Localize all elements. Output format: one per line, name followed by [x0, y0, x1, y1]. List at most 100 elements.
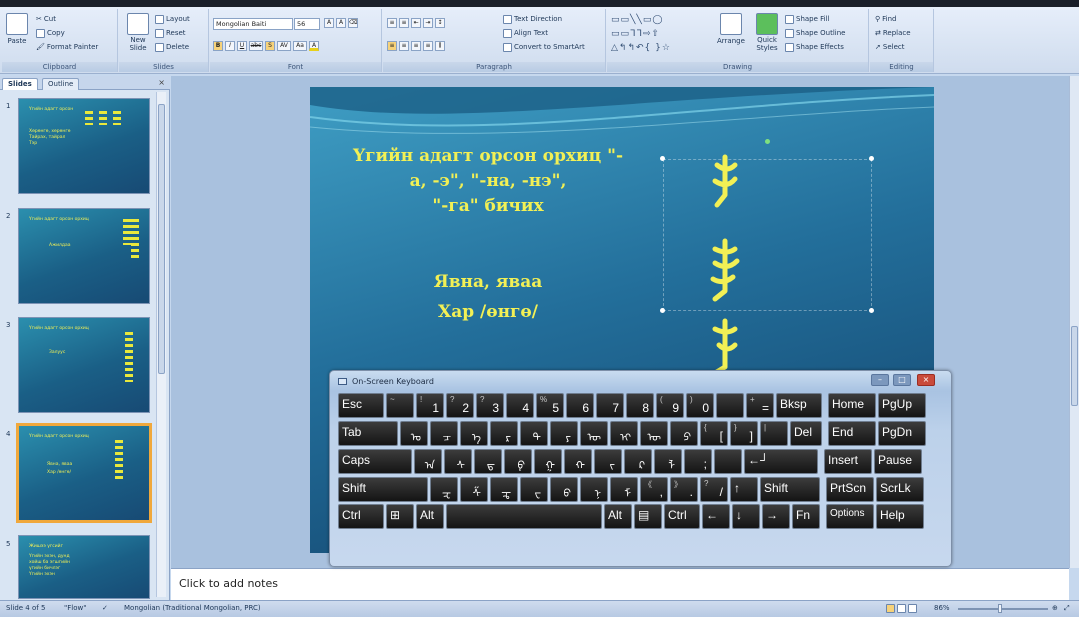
reset-button[interactable]: Reset	[155, 28, 186, 38]
increase-indent-icon[interactable]: ⇥	[423, 18, 433, 28]
key-shift[interactable]: Shift	[760, 477, 820, 502]
key-mongolian-letter[interactable]: ᠬ	[564, 449, 592, 474]
bullets-icon[interactable]: ≡	[387, 18, 397, 28]
slide-scroll-thumb[interactable]	[1071, 326, 1078, 406]
format-painter-button[interactable]: 🖌 Format Painter	[36, 42, 98, 52]
key-end[interactable]: End	[828, 421, 876, 446]
clear-format-icon[interactable]: ⌫	[348, 18, 358, 28]
key-mongolian-letter[interactable]: ᠢ	[610, 421, 638, 446]
key-char-3[interactable]: ? 3	[476, 393, 504, 418]
align-right-icon[interactable]: ≡	[411, 41, 421, 51]
tab-outline[interactable]: Outline	[42, 78, 80, 90]
key-insert[interactable]: Insert	[824, 449, 872, 474]
zoom-level[interactable]: 86%	[934, 604, 950, 612]
key-char-9[interactable]: (9	[656, 393, 684, 418]
key-blank[interactable]: |	[760, 421, 788, 446]
shapes-gallery[interactable]: ▭▭╲╲▭◯ ▭▭ᒣᒣ⇨⇧ △↰↰↶{ }☆	[611, 13, 711, 57]
key-char-sym[interactable]: {[	[700, 421, 728, 446]
key-blank[interactable]	[716, 393, 744, 418]
thumbnails-scrollbar[interactable]	[156, 92, 166, 597]
resize-handle[interactable]	[660, 156, 665, 161]
new-slide-button[interactable]: New Slide	[123, 13, 153, 52]
cut-button[interactable]: ✂ Cut	[36, 14, 56, 24]
slide-thumbnail-4[interactable]: Үгийн адагт орсон орхиц Явна, яваа Хар /…	[16, 423, 152, 523]
zoom-slider[interactable]	[958, 608, 1048, 610]
key-mongolian-letter[interactable]: ᠫ	[670, 421, 698, 446]
maximize-button[interactable]: □	[893, 374, 911, 386]
key-mongolian-letter[interactable]: ᠠ	[414, 449, 442, 474]
key-symbol[interactable]: ←┘	[744, 449, 818, 474]
key-prtscn[interactable]: PrtScn	[826, 477, 874, 502]
resize-handle[interactable]	[660, 308, 665, 313]
key-mongolian-letter[interactable]: ᠵ	[594, 449, 622, 474]
slide-thumbnail-2[interactable]: Үгийн адагт орсон орхиц Ажилдаа	[18, 208, 150, 304]
key-mongolian-letter[interactable]: ᠼ	[490, 477, 518, 502]
key-shift[interactable]: Shift	[338, 477, 428, 502]
key-bksp[interactable]: Bksp	[776, 393, 822, 418]
shadow-button[interactable]: S	[265, 41, 275, 51]
key-char-8[interactable]: 8	[626, 393, 654, 418]
key-ctrl[interactable]: Ctrl	[338, 504, 384, 529]
close-button[interactable]: ×	[917, 374, 935, 386]
key-symbol[interactable]: ▤	[634, 504, 662, 529]
close-pane-icon[interactable]: ×	[158, 78, 165, 87]
mongolian-text-box[interactable]	[663, 159, 872, 311]
font-size-combo[interactable]: 56	[294, 18, 320, 30]
line-spacing-icon[interactable]: ↕	[435, 18, 445, 28]
key-char-sym[interactable]: 》.	[670, 477, 698, 502]
key-mongolian-letter[interactable]: ᠰ	[444, 449, 472, 474]
replace-button[interactable]: ⇄ Replace	[875, 28, 911, 38]
key-home[interactable]: Home	[828, 393, 876, 418]
key-ctrl[interactable]: Ctrl	[664, 504, 700, 529]
key-symbol[interactable]: →	[762, 504, 790, 529]
key-char-0[interactable]: ) 0	[686, 393, 714, 418]
shape-fill-button[interactable]: Shape Fill	[785, 14, 830, 24]
strikethrough-button[interactable]: abc	[249, 41, 263, 51]
key-char-sym[interactable]: ? /	[700, 477, 728, 502]
key-mongolian-letter[interactable]: ᠱ	[460, 477, 488, 502]
key-char-2[interactable]: ? 2	[446, 393, 474, 418]
key-blank[interactable]	[714, 449, 742, 474]
slide-examples-box[interactable]: Явна, яваа Хар /өнгө/	[388, 267, 588, 327]
slideshow-view-icon[interactable]	[908, 604, 917, 613]
key-char-5[interactable]: % 5	[536, 393, 564, 418]
language-indicator[interactable]: Mongolian (Traditional Mongolian, PRC)	[124, 604, 261, 612]
paste-button[interactable]: Paste	[6, 13, 28, 46]
key-scrlk[interactable]: ScrLk	[876, 477, 924, 502]
key-mongolian-letter[interactable]: ᠴ	[430, 421, 458, 446]
key-symbol[interactable]: ⊞	[386, 504, 414, 529]
key-options[interactable]: Options	[826, 504, 874, 529]
resize-handle[interactable]	[869, 156, 874, 161]
align-text-button[interactable]: Align Text	[503, 28, 548, 38]
key-pause[interactable]: Pause	[874, 449, 922, 474]
key-alt[interactable]: Alt	[604, 504, 632, 529]
font-color-button[interactable]: A	[309, 41, 319, 51]
change-case-button[interactable]: Aa	[293, 41, 307, 51]
key-help[interactable]: Help	[876, 504, 924, 529]
resize-handle[interactable]	[869, 308, 874, 313]
key-mongolian-letter[interactable]: ᠣ	[400, 421, 428, 446]
align-center-icon[interactable]: ≡	[399, 41, 409, 51]
key-symbol[interactable]: ↓	[732, 504, 760, 529]
grow-font-button[interactable]: A	[324, 18, 334, 28]
key-mongolian-letter[interactable]: ᠯ	[654, 449, 682, 474]
key-char-sym[interactable]: ;	[684, 449, 712, 474]
copy-button[interactable]: Copy	[36, 28, 65, 38]
key-mongolian-letter[interactable]: ᠳ	[474, 449, 502, 474]
fit-window-icon[interactable]: ⤢	[1064, 604, 1070, 613]
notes-pane[interactable]: Click to add notes	[171, 568, 1069, 600]
key-char-1[interactable]: ! 1	[416, 393, 444, 418]
text-direction-button[interactable]: Text Direction	[503, 14, 562, 24]
slide-title-box[interactable]: Үгийн адагт орсон орхиц "- а, -э", "-на,…	[338, 144, 638, 219]
columns-icon[interactable]: ⫼	[435, 41, 445, 51]
minimize-button[interactable]: –	[871, 374, 889, 386]
key-tab[interactable]: Tab	[338, 421, 398, 446]
thumbnails-scroll-thumb[interactable]	[158, 104, 165, 374]
underline-button[interactable]: U	[237, 41, 247, 51]
key-mongolian-letter[interactable]: ᠨ	[580, 477, 608, 502]
layout-button[interactable]: Layout	[155, 14, 190, 24]
key-space[interactable]	[446, 504, 602, 529]
delete-slide-button[interactable]: Delete	[155, 42, 189, 52]
key-char-6[interactable]: 6	[566, 393, 594, 418]
key-esc[interactable]: Esc	[338, 393, 384, 418]
